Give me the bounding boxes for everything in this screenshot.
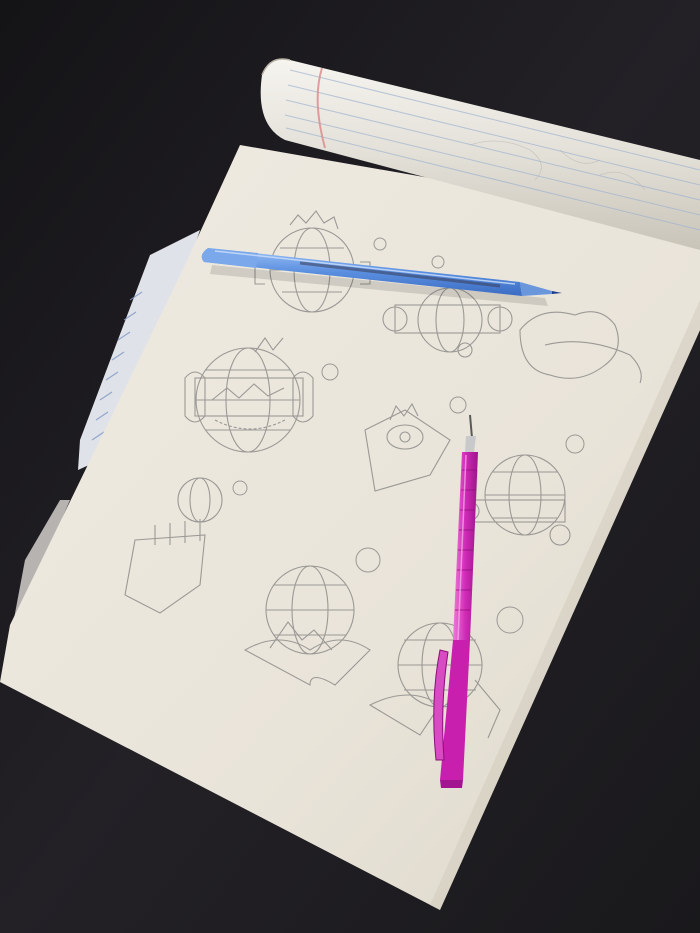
photo-scene (0, 0, 700, 933)
